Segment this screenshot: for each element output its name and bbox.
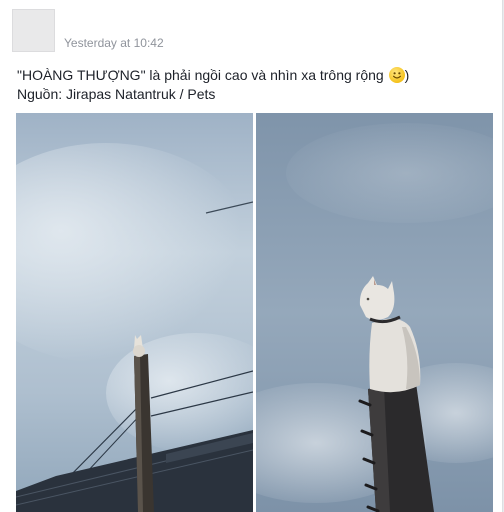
avatar[interactable]	[12, 9, 55, 52]
post-timestamp[interactable]: Yesterday at 10:42	[64, 36, 164, 50]
cat-on-pole-closeup-photo[interactable]	[256, 113, 493, 512]
smiley-emoji-icon	[388, 67, 405, 83]
cat-on-pole-wide-photo[interactable]	[16, 113, 253, 512]
post-text-line-1: "HOÀNG THƯỢNG" là phải ngồi cao và nhìn …	[17, 66, 487, 85]
post-source-line: Nguồn: Jirapas Natantruk / Pets	[17, 86, 216, 102]
post-caption: "HOÀNG THƯỢNG" là phải ngồi cao và nhìn …	[17, 67, 384, 83]
post-text: "HOÀNG THƯỢNG" là phải ngồi cao và nhìn …	[17, 66, 487, 104]
post-card: Yesterday at 10:42 "HOÀNG THƯỢNG" là phả…	[0, 0, 503, 512]
post-caption-end: )	[404, 67, 410, 83]
